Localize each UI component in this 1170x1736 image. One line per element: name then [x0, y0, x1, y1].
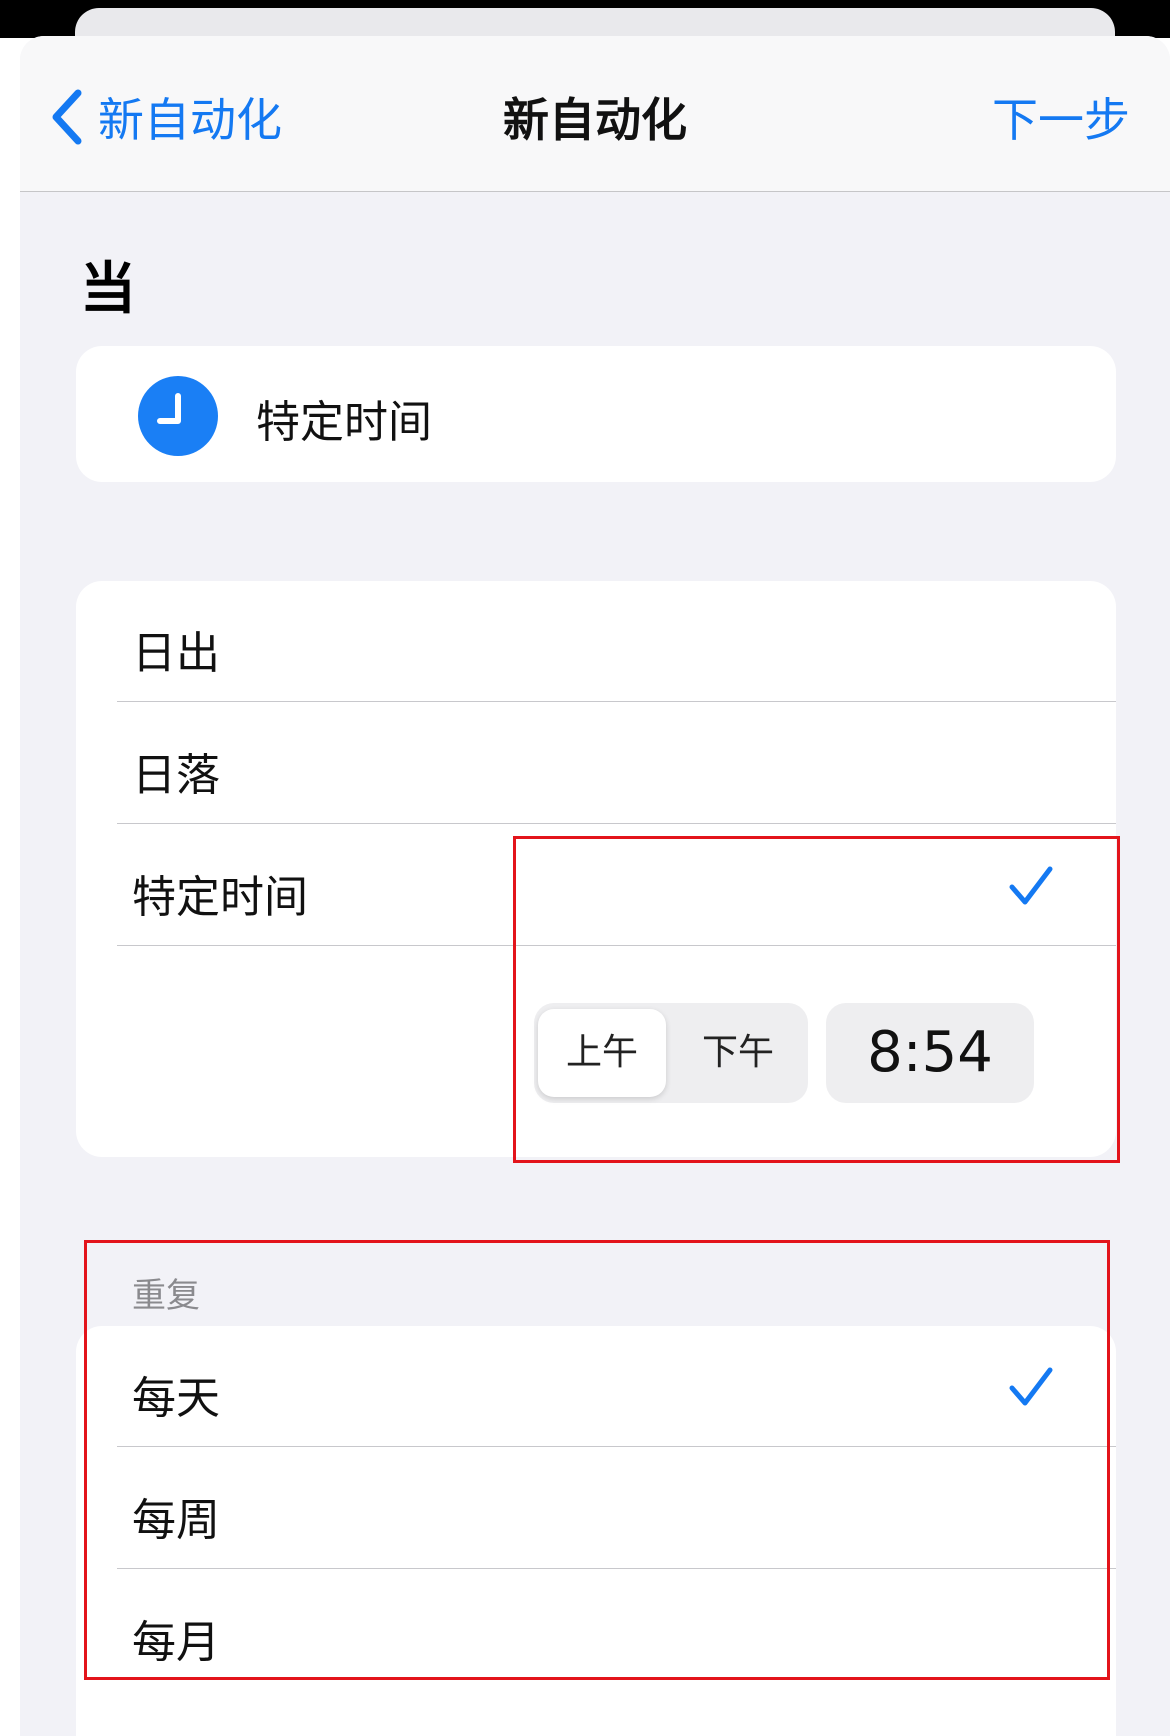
- option-label: 日出: [132, 628, 220, 679]
- repeat-weekly[interactable]: 每周: [76, 1448, 1116, 1569]
- trigger-label: 特定时间: [256, 397, 432, 448]
- divider: [117, 1568, 1116, 1569]
- option-label: 每月: [132, 1617, 220, 1668]
- option-label: 日落: [132, 750, 220, 801]
- checkmark-icon: [1009, 1367, 1053, 1406]
- option-sunset[interactable]: 日落: [76, 703, 1116, 824]
- clock-icon: [138, 376, 218, 456]
- time-options-card: 日出 日落 特定时间 上午 下午 8:54: [76, 581, 1116, 1157]
- option-label: 每天: [132, 1373, 220, 1424]
- divider: [117, 1446, 1116, 1447]
- option-label: 特定时间: [132, 872, 308, 923]
- time-picker-value[interactable]: 8:54: [826, 1003, 1034, 1103]
- checkmark-icon: [1009, 866, 1053, 905]
- divider: [117, 823, 1116, 824]
- option-label: 每周: [132, 1495, 220, 1546]
- divider: [117, 701, 1116, 702]
- pm-segment[interactable]: 下午: [674, 1009, 802, 1097]
- repeat-monthly[interactable]: 每月: [76, 1570, 1116, 1691]
- am-pm-segmented-control: 上午 下午: [534, 1003, 808, 1103]
- repeat-options-card: 每天 每周 每月: [76, 1326, 1116, 1736]
- option-specific-time[interactable]: 特定时间: [76, 825, 1116, 946]
- repeat-daily[interactable]: 每天: [76, 1326, 1116, 1447]
- am-segment[interactable]: 上午: [538, 1009, 666, 1097]
- repeat-header: 重复: [132, 1276, 200, 1316]
- automation-sheet: 新自动化 新自动化 下一步 当 特定时间 日出 日落 特定时间 上午 下午 8:…: [20, 36, 1170, 1736]
- divider: [117, 945, 1116, 946]
- next-button[interactable]: 下一步: [992, 84, 1130, 150]
- section-title: 当: [80, 257, 136, 322]
- trigger-card[interactable]: 特定时间: [76, 346, 1116, 482]
- navigation-bar: 新自动化 新自动化 下一步: [20, 36, 1170, 192]
- option-sunrise[interactable]: 日出: [76, 581, 1116, 702]
